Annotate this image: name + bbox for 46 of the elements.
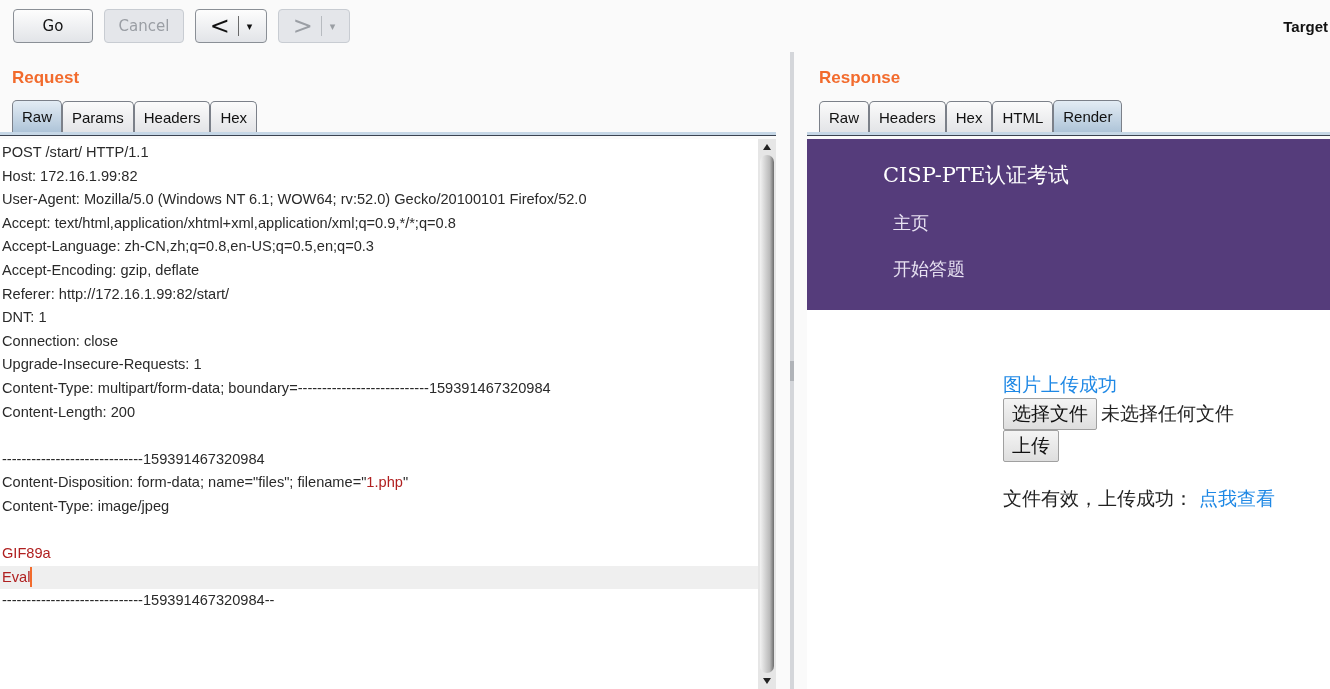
file-status: 未选择任何文件: [1101, 402, 1234, 426]
request-line: DNT: 1: [1, 308, 48, 328]
response-heading: Response: [818, 67, 902, 89]
go-button[interactable]: Go: [13, 9, 93, 43]
request-line: Content-Length: 200: [1, 402, 137, 422]
request-line: -----------------------------159391467320984: [1, 449, 266, 469]
scroll-thumb[interactable]: [760, 155, 774, 673]
result-message: 文件有效，上传成功：: [1003, 487, 1193, 511]
request-heading: Request: [11, 67, 81, 89]
tab[interactable]: Render: [1053, 100, 1123, 132]
choose-file-button[interactable]: 选择文件: [1003, 398, 1097, 430]
request-line: Accept-Language: zh-CN,zh;q=0.8,en-US;q=0.5,en;q=0.3: [1, 237, 375, 257]
tab[interactable]: Headers: [869, 101, 946, 132]
scrollbar[interactable]: [758, 139, 776, 689]
request-line: Content-Type: multipart/form-data; boundary=---------------------------159391467320984: [1, 378, 552, 398]
request-line: Accept-Encoding: gzip, deflate: [1, 260, 201, 280]
tab[interactable]: Params: [62, 101, 134, 132]
tab[interactable]: Headers: [133, 101, 211, 132]
tab[interactable]: Hex: [210, 101, 258, 132]
request-line: Host: 172.16.1.99:82: [1, 166, 139, 186]
request-line: -----------------------------159391467320984--: [1, 591, 276, 611]
request-line: Referer: http://172.16.1.99:82/start/: [1, 284, 231, 304]
request-line: GIF89a: [1, 544, 52, 564]
tab[interactable]: Raw: [12, 100, 62, 132]
history-nav-button[interactable]: < ▾: [195, 9, 267, 43]
request-line: Upgrade-Insecure-Requests: 1: [1, 355, 203, 375]
nav-link[interactable]: 开始答题: [893, 257, 1330, 281]
upload-button[interactable]: 上传: [1003, 430, 1059, 462]
site-title: CISP-PTE认证考试: [883, 162, 1071, 189]
request-line: Connection: close: [1, 331, 119, 351]
nav-link[interactable]: 主页: [893, 211, 1330, 235]
request-line: Accept: text/html,application/xhtml+xml,application/xml;q=0.9,*/*;q=0.8: [1, 213, 457, 233]
scroll-up-icon[interactable]: [763, 144, 771, 150]
view-link[interactable]: 点我查看: [1199, 486, 1275, 512]
splitter[interactable]: [789, 52, 794, 689]
request-line: Content-Disposition: form-data; name="files"; filename="1.php": [1, 473, 410, 493]
tab[interactable]: HTML: [992, 101, 1054, 132]
tab[interactable]: Hex: [945, 101, 993, 132]
request-line: User-Agent: Mozilla/5.0 (Windows NT 6.1; WOW64; rv:52.0) Gecko/20100101 Firefox/52.0: [1, 190, 588, 210]
scroll-down-icon[interactable]: [763, 678, 771, 684]
request-line: Content-Type: image/jpeg: [1, 496, 171, 516]
tab[interactable]: Raw: [819, 101, 869, 132]
upload-status: 图片上传成功: [1003, 373, 1117, 397]
target-label: Target: [1283, 17, 1328, 35]
request-line: POST /start/ HTTP/1.1: [1, 143, 150, 162]
text-cursor: [30, 567, 33, 588]
